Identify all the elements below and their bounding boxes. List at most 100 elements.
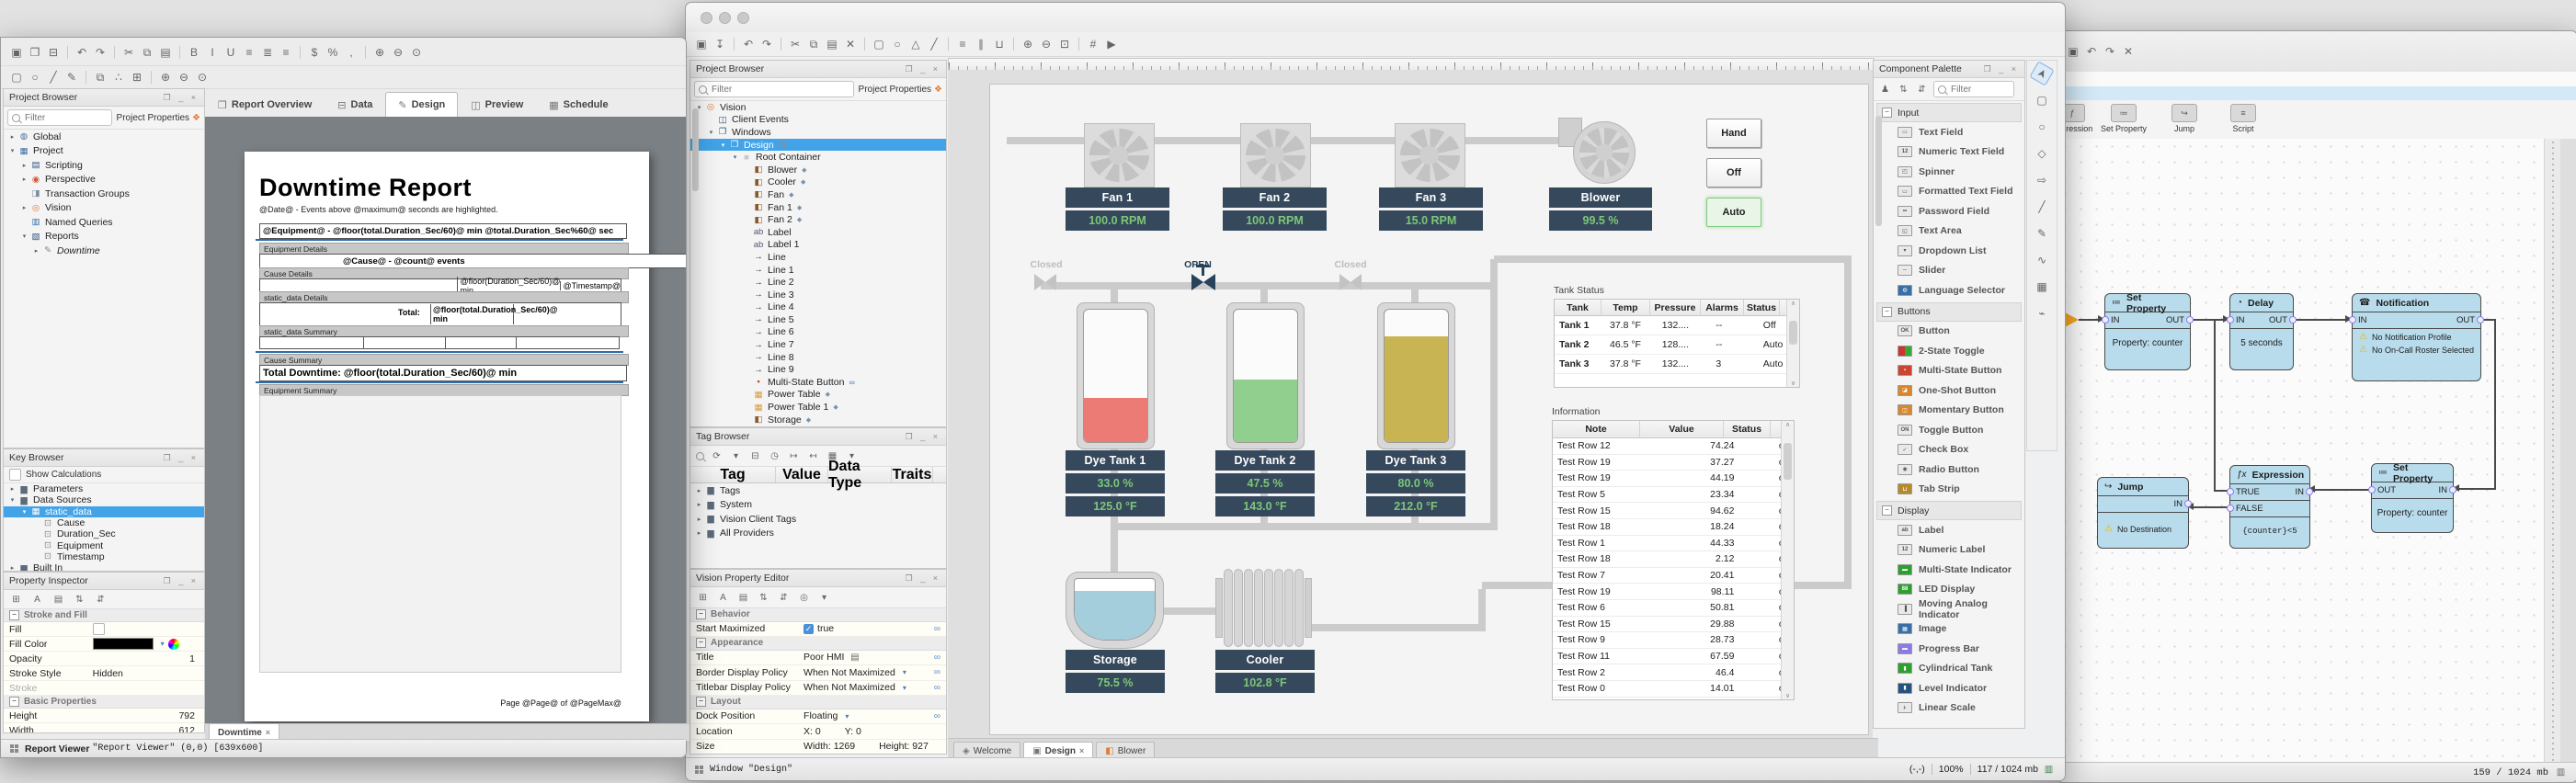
table-scrollbar[interactable]: ∧∨	[1781, 421, 1794, 699]
zoom-in-icon[interactable]: ⊕	[1020, 36, 1036, 52]
delete-icon[interactable]: ✕	[2120, 43, 2137, 60]
tree-item-fan-2[interactable]: ◧Fan 2◆	[690, 213, 946, 226]
property-value[interactable]: 1	[189, 653, 199, 664]
tree-item-cause[interactable]: ⊡Cause	[4, 517, 204, 528]
column-header-value[interactable]: Value	[1640, 421, 1724, 437]
paste-icon[interactable]: ▤	[824, 36, 840, 52]
tree-item-global[interactable]: ▸◍Global	[4, 130, 204, 144]
report-timestamp-cell[interactable]: @Timestamp@	[560, 281, 621, 290]
report-page[interactable]: Downtime Report @Date@ - Events above @m…	[245, 152, 649, 721]
column-header-pressure[interactable]: Pressure	[1650, 300, 1701, 315]
show-calculations-checkbox[interactable]	[9, 469, 21, 481]
close-tab-icon[interactable]: ×	[266, 728, 270, 737]
fan3-graphic[interactable]	[1395, 123, 1465, 187]
expand-icon[interactable]: ⇅	[1897, 83, 1910, 96]
palette-item-level-indicator[interactable]: ▮Level Indicator	[1874, 678, 2024, 698]
tree-item-duration-sec[interactable]: ⊡Duration_Sec	[4, 528, 204, 539]
tree-item-multi-state-button[interactable]: ▪Multi-State Button∞	[690, 376, 946, 389]
palette-item-text-field[interactable]: ▭Text Field	[1874, 122, 2024, 142]
table-row[interactable]: Test Row 720.41ok	[1553, 568, 1794, 584]
project-properties-button[interactable]: Project Properties❖	[859, 85, 942, 95]
save-icon[interactable]: ▣	[8, 44, 25, 61]
pipeline-canvas[interactable]: ≔ Set Property IN OUT Property: counter …	[2057, 139, 2544, 762]
editor-icon[interactable]: ▤	[736, 591, 750, 605]
report-empty-cell[interactable]	[517, 336, 620, 349]
line-tool-icon[interactable]: ╱	[2033, 198, 2051, 216]
table-row[interactable]: Test Row 928.73ok	[1553, 632, 1794, 649]
palette-item-button[interactable]: OKButton	[1874, 322, 2024, 342]
palette-group-buttons[interactable]: Buttons	[1876, 302, 2022, 322]
palette-item-slider[interactable]: ─Slider	[1874, 261, 2024, 281]
eyedropper-tool-icon[interactable]: ⌁	[2033, 304, 2051, 323]
tab-report-overview[interactable]: ❒Report Overview	[205, 92, 325, 117]
pencil-tool-icon[interactable]: ✎	[2033, 224, 2051, 243]
palette-item-numeric-label[interactable]: 12Numeric Label	[1874, 540, 2024, 561]
tree-item-label[interactable]: abLabel	[690, 226, 946, 239]
ellipse-tool-icon[interactable]: ○	[2033, 118, 2051, 136]
project-filter-box[interactable]	[694, 81, 854, 97]
binding-link-icon[interactable]: ∞	[934, 624, 940, 634]
table-row[interactable]: Tank 246.5 °F128....--Auto	[1555, 335, 1799, 355]
palette-item-multi-state-indicator[interactable]: ▬Multi-State Indicator	[1874, 560, 2024, 580]
more-icon[interactable]: ▾	[817, 591, 831, 605]
valve2-open[interactable]	[1191, 274, 1215, 290]
gc-icon[interactable]: ▥	[2042, 763, 2056, 777]
column-header-tank[interactable]: Tank	[1555, 300, 1601, 315]
report-empty-cell[interactable]	[259, 336, 364, 349]
fan2-graphic[interactable]	[1240, 123, 1311, 187]
text-editor-icon[interactable]: ▤	[848, 651, 861, 664]
information-table[interactable]: NoteValueStatusTest Row 1274.24okTest Ro…	[1552, 420, 1795, 700]
port-in[interactable]: IN	[2236, 315, 2245, 325]
zoom-reset-icon[interactable]: ⊙	[408, 44, 425, 61]
table-row[interactable]: Test Row 144.33ok	[1553, 536, 1794, 552]
sort-az-icon[interactable]: A	[30, 593, 44, 607]
align-left-icon[interactable]: ≡	[241, 44, 257, 61]
palette-item-progress-bar[interactable]: ▬Progress Bar	[1874, 639, 2024, 659]
tree-item-storage[interactable]: ◧Storage◆	[690, 414, 946, 426]
refresh-icon[interactable]: ⟳	[710, 449, 724, 463]
tree-item-built-in[interactable]: ▸▆Built In	[4, 562, 204, 572]
zoom-fit-icon[interactable]: ⊙	[194, 69, 211, 85]
palette-item-momentary-button[interactable]: ◫Momentary Button	[1874, 401, 2024, 421]
dropdown-arrow-icon[interactable]: ▾	[845, 712, 849, 721]
rect-tool-icon[interactable]: ▢	[871, 36, 887, 52]
tree-item-vision[interactable]: ▸◎Vision	[4, 201, 204, 216]
maximize-window-button[interactable]	[737, 12, 749, 24]
tree-item-line-9[interactable]: →Line 9	[690, 363, 946, 376]
binding-icon[interactable]: ◎	[797, 591, 811, 605]
table-row[interactable]: Test Row 182.12ok	[1553, 551, 1794, 568]
collapse-icon[interactable]: ⇵	[1915, 83, 1929, 96]
redo-icon[interactable]: ↷	[92, 44, 108, 61]
rect-shape-icon[interactable]: ▢	[8, 69, 25, 85]
panel-window-buttons[interactable]: ❐ _ ×	[164, 93, 199, 103]
palette-item-multi-state-button[interactable]: ▪Multi-State Button	[1874, 361, 2024, 381]
report-total-label[interactable]: Total:	[398, 308, 420, 317]
table-row[interactable]: Test Row 1274.24ok	[1553, 438, 1794, 455]
tree-item-line-4[interactable]: →Line 4	[690, 301, 946, 314]
sort-az-icon[interactable]: A	[716, 591, 730, 605]
ellipse-shape-icon[interactable]: ○	[27, 69, 43, 85]
table-row[interactable]: Test Row 1594.62ok	[1553, 503, 1794, 519]
property-row-opacity[interactable]: Opacity1	[4, 652, 204, 666]
pipeline-scroll-gutter[interactable]	[2560, 139, 2576, 762]
table-row[interactable]: Test Row 1529.88ok	[1553, 617, 1794, 633]
dropdown-arrow-icon[interactable]: ▾	[903, 684, 906, 692]
categorized-icon[interactable]: ⊞	[696, 591, 710, 605]
save-icon[interactable]: ▣	[693, 36, 710, 52]
tab-preview[interactable]: ◫Preview	[458, 92, 536, 117]
tank-status-table[interactable]: TankTempPressureAlarmsStatusTank 137.8 °…	[1554, 299, 1800, 388]
port-in[interactable]: IN	[2358, 315, 2367, 325]
zoom-in-icon[interactable]: ⊕	[157, 69, 174, 85]
column-header-note[interactable]: Note	[1553, 421, 1640, 437]
snap-dots-icon[interactable]: ∴	[110, 69, 127, 85]
table-row[interactable]: Test Row 1167.59ok	[1553, 649, 1794, 665]
zoom-level[interactable]: 100%	[1939, 764, 1964, 775]
history-icon[interactable]: ◷	[768, 449, 781, 463]
bold-icon[interactable]: B	[186, 44, 202, 61]
report-subtitle[interactable]: @Date@ - Events above @maximum@ seconds …	[259, 205, 498, 214]
search-icon[interactable]	[696, 452, 704, 460]
panel-window-buttons[interactable]: ❐ _ ×	[906, 573, 940, 584]
component-filter-input[interactable]	[1949, 84, 2010, 96]
project-properties-button[interactable]: Project Properties❖	[117, 113, 200, 123]
report-empty-cell[interactable]	[364, 336, 446, 349]
